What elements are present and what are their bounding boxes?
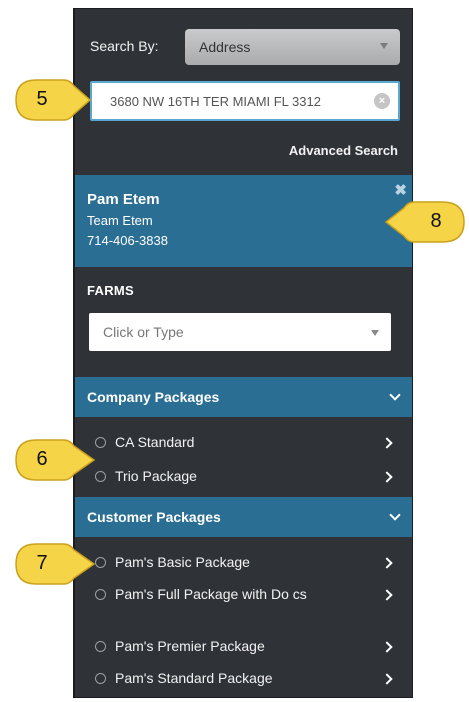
caret-down-icon (380, 43, 388, 49)
package-item-ca-standard[interactable]: CA Standard (75, 433, 412, 455)
radio-icon[interactable] (95, 673, 106, 684)
chevron-right-icon (381, 437, 393, 449)
farms-placeholder: Click or Type (103, 324, 184, 340)
radio-icon[interactable] (95, 641, 106, 652)
callout-8: 8 (382, 200, 465, 244)
callout-5: 5 (14, 78, 92, 122)
package-label: Pam's Basic Package (115, 554, 250, 570)
callout-7: 7 (14, 542, 96, 586)
customer-packages-title: Customer Packages (87, 509, 221, 525)
farms-label: FARMS (87, 283, 134, 298)
user-phone: 714-406-3838 (87, 233, 168, 248)
package-item-trio[interactable]: Trio Package (75, 467, 412, 489)
callout-number: 5 (36, 88, 48, 110)
package-item-premier[interactable]: Pam's Premier Package (75, 637, 412, 659)
radio-icon[interactable] (95, 437, 106, 448)
clear-icon[interactable]: × (374, 93, 390, 109)
package-label: Pam's Standard Package (115, 670, 273, 686)
search-type-value: Address (199, 39, 251, 55)
chevron-right-icon (381, 641, 393, 653)
search-type-select[interactable]: Address (185, 29, 400, 65)
package-item-full[interactable]: Pam's Full Package with Do cs (75, 585, 412, 629)
caret-down-icon (371, 330, 379, 336)
user-name: Pam Etem (87, 191, 160, 208)
callout-number: 8 (430, 210, 442, 232)
package-item-basic[interactable]: Pam's Basic Package (75, 553, 412, 575)
farms-select[interactable]: Click or Type (89, 313, 391, 351)
chevron-right-icon (381, 557, 393, 569)
search-by-row: Search By: Address (90, 29, 400, 65)
chevron-right-icon (381, 673, 393, 685)
user-team: Team Etem (87, 213, 153, 228)
package-label: CA Standard (115, 434, 195, 450)
customer-packages-header[interactable]: Customer Packages (75, 497, 412, 537)
callout-number: 7 (36, 552, 48, 574)
radio-icon[interactable] (95, 471, 106, 482)
company-packages-header[interactable]: Company Packages (75, 377, 412, 417)
callout-6: 6 (14, 438, 96, 482)
chevron-right-icon (381, 471, 393, 483)
package-item-standard[interactable]: Pam's Standard Package (75, 669, 412, 691)
chevron-down-icon (389, 509, 401, 521)
chevron-right-icon (381, 589, 393, 601)
search-by-label: Search By: (90, 38, 159, 54)
user-card: Pam Etem Team Etem 714-406-3838 ✖ (75, 175, 412, 267)
address-search-field[interactable]: × (90, 81, 400, 121)
address-input[interactable] (92, 83, 362, 119)
callout-number: 6 (36, 448, 48, 470)
sidebar-panel: Search By: Address × Advanced Search Pam… (73, 8, 413, 698)
company-packages-title: Company Packages (87, 389, 220, 405)
radio-icon[interactable] (95, 557, 106, 568)
close-icon[interactable]: ✖ (394, 181, 407, 199)
package-label: Pam's Full Package with Do cs (115, 586, 307, 602)
advanced-search-link[interactable]: Advanced Search (289, 143, 398, 158)
package-label: Trio Package (115, 468, 197, 484)
package-label: Pam's Premier Package (115, 638, 265, 654)
chevron-down-icon (389, 389, 401, 401)
